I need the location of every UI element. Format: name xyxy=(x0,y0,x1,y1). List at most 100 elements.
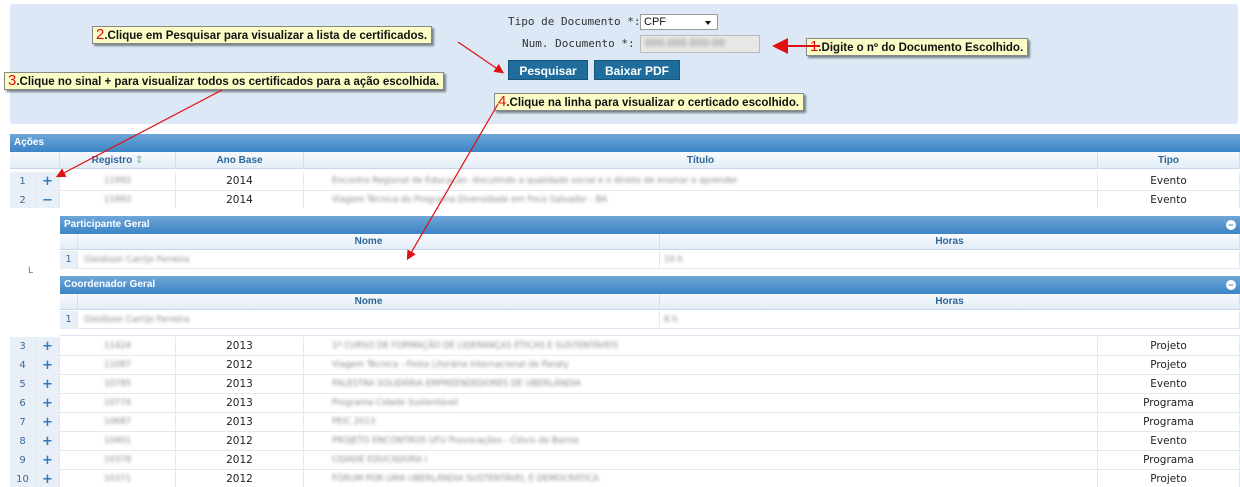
row-ano-base: 2013 xyxy=(176,413,304,432)
sort-icon: ⇕ xyxy=(134,155,144,166)
subgrid-title-coordenador: Coordenador Geral − xyxy=(60,276,1240,294)
doc-type-value: CPF xyxy=(644,16,666,28)
row-tipo: Programa xyxy=(1098,413,1240,432)
header-ano-base[interactable]: Ano Base xyxy=(176,152,304,169)
table-row[interactable]: 9 +10378 2012 CIDADE EDUCADORA I Programa xyxy=(10,451,1240,470)
callout-1-text: .Digite o nº do Documento Escolhido. xyxy=(818,42,1024,54)
header-titulo[interactable]: Título xyxy=(304,152,1098,169)
participante-row-index: 1 xyxy=(60,251,78,269)
participante-col-horas[interactable]: Horas xyxy=(660,234,1240,250)
expand-icon[interactable]: + xyxy=(36,337,60,356)
row-index: 4 xyxy=(10,356,36,375)
collapse-icon[interactable]: − xyxy=(1226,280,1236,290)
coordenador-row-index: 1 xyxy=(60,311,78,329)
row-registro: 11424 xyxy=(60,337,176,356)
table-row[interactable]: 3 +11424 2013 1º CURSO DE FORMAÇÃO DE LIDER… xyxy=(10,337,1240,356)
row-tipo: Evento xyxy=(1098,172,1240,191)
row-titulo-text: Viagem Técnica do Programa Diversidade e… xyxy=(332,195,608,205)
row-titulo-text: 1º CURSO DE FORMAÇÃO DE LIDERANÇAS ÉTICA… xyxy=(332,341,619,351)
callout-3-text: .Clique no sinal + para visualizar todos… xyxy=(16,76,440,88)
doc-type-label: Tipo de Documento *: xyxy=(508,15,641,28)
row-registro-text: 10687 xyxy=(103,417,132,427)
header-registro-label: Registro xyxy=(91,155,133,166)
coordenador-col-horas[interactable]: Horas xyxy=(660,294,1240,310)
download-pdf-button[interactable]: Baixar PDF xyxy=(594,60,680,80)
row-ano-base: 2013 xyxy=(176,394,304,413)
coordenador-header: Nome Horas xyxy=(60,294,1240,310)
row-tipo: Projeto xyxy=(1098,356,1240,375)
row-ano-base: 2013 xyxy=(176,337,304,356)
participante-horas: 10 h xyxy=(660,251,1240,269)
row-registro: 10378 xyxy=(60,451,176,470)
expand-icon[interactable]: + xyxy=(36,356,60,375)
row-ano-base: 2014 xyxy=(176,172,304,191)
row-registro: 11087 xyxy=(60,356,176,375)
callout-2-text: .Clique em Pesquisar para visualizar a l… xyxy=(104,30,428,42)
table-row[interactable]: 4 +11087 2012 Viagem Técnica - Festa Literá… xyxy=(10,356,1240,375)
row-registro-text: 10401 xyxy=(103,436,132,446)
row-ano-base: 2012 xyxy=(176,432,304,451)
row-ano-base: 2012 xyxy=(176,451,304,470)
doc-type-select[interactable]: CPF xyxy=(640,14,718,30)
expand-icon[interactable]: + xyxy=(36,451,60,470)
row-index: 7 xyxy=(10,413,36,432)
row-registro-text: 10371 xyxy=(103,474,132,484)
coordenador-row[interactable]: 1 Gleidison Carrijo Ferreira 8 h xyxy=(60,311,1240,329)
row-index: 10 xyxy=(10,470,36,487)
row-titulo: PROJETO ENCONTROS UFU Provocações - Clóv… xyxy=(304,432,1098,451)
callout-step-2: 2.Clique em Pesquisar para visualizar a … xyxy=(92,26,433,44)
doc-num-label: Num. Documento *: xyxy=(522,37,635,50)
row-index: 9 xyxy=(10,451,36,470)
participante-header: Nome Horas xyxy=(60,234,1240,250)
header-registro[interactable]: Registro ⇕ xyxy=(60,152,176,169)
participante-row[interactable]: 1 Gleidison Carrijo Ferreira 10 h xyxy=(60,251,1240,269)
expand-icon[interactable]: + xyxy=(36,413,60,432)
row-registro-text: 11424 xyxy=(103,341,132,351)
table-row[interactable]: 8 +10401 2012 PROJETO ENCONTROS UFU Provoca… xyxy=(10,432,1240,451)
search-button[interactable]: Pesquisar xyxy=(508,60,588,80)
callout-step-3: 3.Clique no sinal + para visualizar todo… xyxy=(4,72,445,90)
doc-num-value: 000.000.000-00 xyxy=(645,38,725,49)
row-titulo: Viagem Técnica - Festa Literária Interna… xyxy=(304,356,1098,375)
collapse-icon[interactable]: − xyxy=(1226,220,1236,230)
row-titulo: 1º CURSO DE FORMAÇÃO DE LIDERANÇAS ÉTICA… xyxy=(304,337,1098,356)
table-row[interactable]: 5 +10785 2013 PALESTRA SOLIDÁRIA EMPREENDED… xyxy=(10,375,1240,394)
row-registro: 10401 xyxy=(60,432,176,451)
expand-icon[interactable]: + xyxy=(36,172,60,191)
row-ano-base: 2013 xyxy=(176,375,304,394)
table-row[interactable]: 10 +10371 2012 FÓRUM POR UMA UBERLÂNDIA SUS… xyxy=(10,470,1240,487)
subgrid-indicator: L xyxy=(28,266,34,276)
row-registro: 10785 xyxy=(60,375,176,394)
expand-icon[interactable]: + xyxy=(36,470,60,487)
row-registro-text: 11993 xyxy=(103,195,132,205)
table-row[interactable]: 1 +11992 2014 Encontro Regional de Educação… xyxy=(10,172,1240,191)
expand-icon[interactable]: + xyxy=(36,394,60,413)
row-registro-text: 11087 xyxy=(103,360,132,370)
subgrid-indent: L xyxy=(10,208,60,336)
row-titulo: PEIC 2013 xyxy=(304,413,1098,432)
row-index: 6 xyxy=(10,394,36,413)
grid-header: Registro ⇕ Ano Base Título Tipo xyxy=(10,152,1240,169)
participante-title: Participante Geral xyxy=(64,219,150,230)
row-titulo-text: CIDADE EDUCADORA I xyxy=(332,455,427,465)
doc-num-input[interactable]: 000.000.000-00 xyxy=(640,35,760,53)
expand-icon[interactable]: + xyxy=(36,375,60,394)
row-titulo-text: Programa Cidade Sustentável xyxy=(332,398,459,408)
participante-nome-text: Gleidison Carrijo Ferreira xyxy=(84,255,190,265)
coordenador-nome-text: Gleidison Carrijo Ferreira xyxy=(84,315,190,325)
row-registro: 10371 xyxy=(60,470,176,487)
header-tipo[interactable]: Tipo xyxy=(1098,152,1240,169)
table-row[interactable]: 6 +10774 2013 Programa Cidade Sustentável Pr… xyxy=(10,394,1240,413)
coordenador-col-nome[interactable]: Nome xyxy=(78,294,660,310)
row-titulo: CIDADE EDUCADORA I xyxy=(304,451,1098,470)
participante-nome: Gleidison Carrijo Ferreira xyxy=(78,251,660,269)
row-registro-text: 11992 xyxy=(103,176,132,186)
row-registro-text: 10774 xyxy=(103,398,132,408)
row-registro-text: 10785 xyxy=(103,379,132,389)
table-row[interactable]: 7 +10687 2013 PEIC 2013 Programa xyxy=(10,413,1240,432)
row-tipo: Projeto xyxy=(1098,337,1240,356)
row-titulo: PALESTRA SOLIDÁRIA EMPREENDEDORES DE UBE… xyxy=(304,375,1098,394)
expand-icon[interactable]: + xyxy=(36,432,60,451)
participante-col-nome[interactable]: Nome xyxy=(78,234,660,250)
row-titulo-text: Encontro Regional de Educação: discutind… xyxy=(332,176,738,186)
